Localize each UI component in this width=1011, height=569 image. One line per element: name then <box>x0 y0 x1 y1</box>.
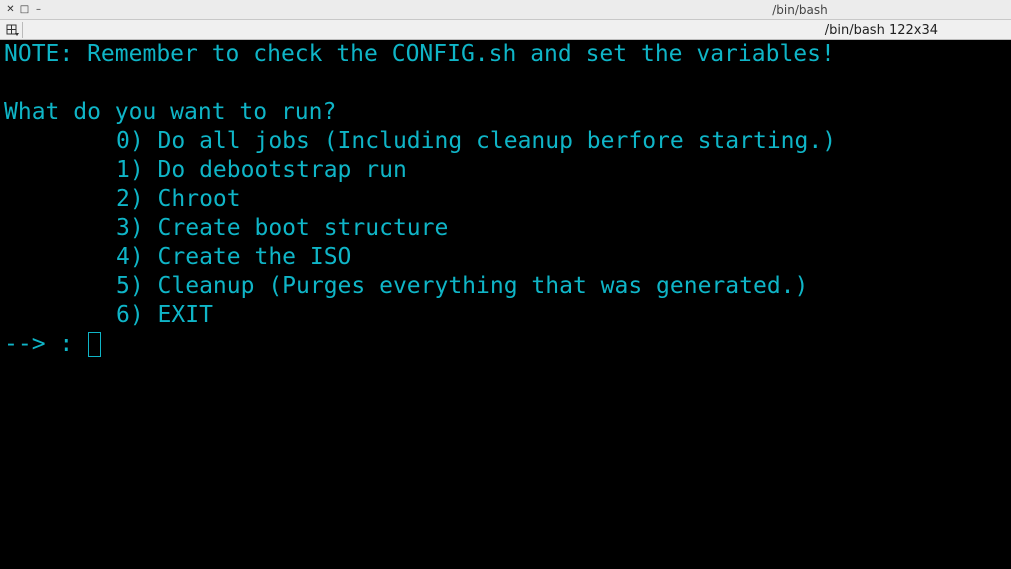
menu-option-label: 2) Chroot <box>116 186 241 212</box>
menu-option-label: 4) Create the ISO <box>116 244 352 270</box>
menu-option-0: 0) Do all jobs (Including cleanup berfor… <box>4 127 1011 156</box>
menu-option-1: 1) Do debootstrap run <box>4 156 1011 185</box>
text-cursor[interactable] <box>88 332 102 357</box>
menu-option-label: 0) Do all jobs (Including cleanup berfor… <box>116 128 837 154</box>
tab-menu-button[interactable] <box>3 22 23 38</box>
prompt-line[interactable]: --> : <box>4 330 1011 359</box>
window-title: /bin/bash <box>772 3 828 17</box>
tab-menu-icon <box>6 24 19 36</box>
menu-option-label: 1) Do debootstrap run <box>116 157 407 183</box>
menu-option-2: 2) Chroot <box>4 185 1011 214</box>
title-bar[interactable]: ✕ □ – /bin/bash <box>0 0 1011 20</box>
tab-bar: /bin/bash 122x34 <box>0 20 1011 40</box>
menu-option-label: 3) Create boot structure <box>116 215 449 241</box>
question-line: What do you want to run? <box>4 99 337 125</box>
menu-option-label: 6) EXIT <box>116 302 213 328</box>
prompt-text: --> : <box>4 331 88 357</box>
note-line: NOTE: Remember to check the CONFIG.sh an… <box>4 41 835 67</box>
terminal-window: ✕ □ – /bin/bash /bin/bash 122x34 NOTE: R… <box>0 0 1011 569</box>
menu-option-5: 5) Cleanup (Purges everything that was g… <box>4 272 1011 301</box>
menu-option-label: 5) Cleanup (Purges everything that was g… <box>116 273 809 299</box>
menu-option-6: 6) EXIT <box>4 301 1011 330</box>
menu-option-3: 3) Create boot structure <box>4 214 1011 243</box>
tab-title[interactable]: /bin/bash 122x34 <box>825 22 938 39</box>
menu-option-4: 4) Create the ISO <box>4 243 1011 272</box>
terminal-area[interactable]: NOTE: Remember to check the CONFIG.sh an… <box>0 40 1011 569</box>
